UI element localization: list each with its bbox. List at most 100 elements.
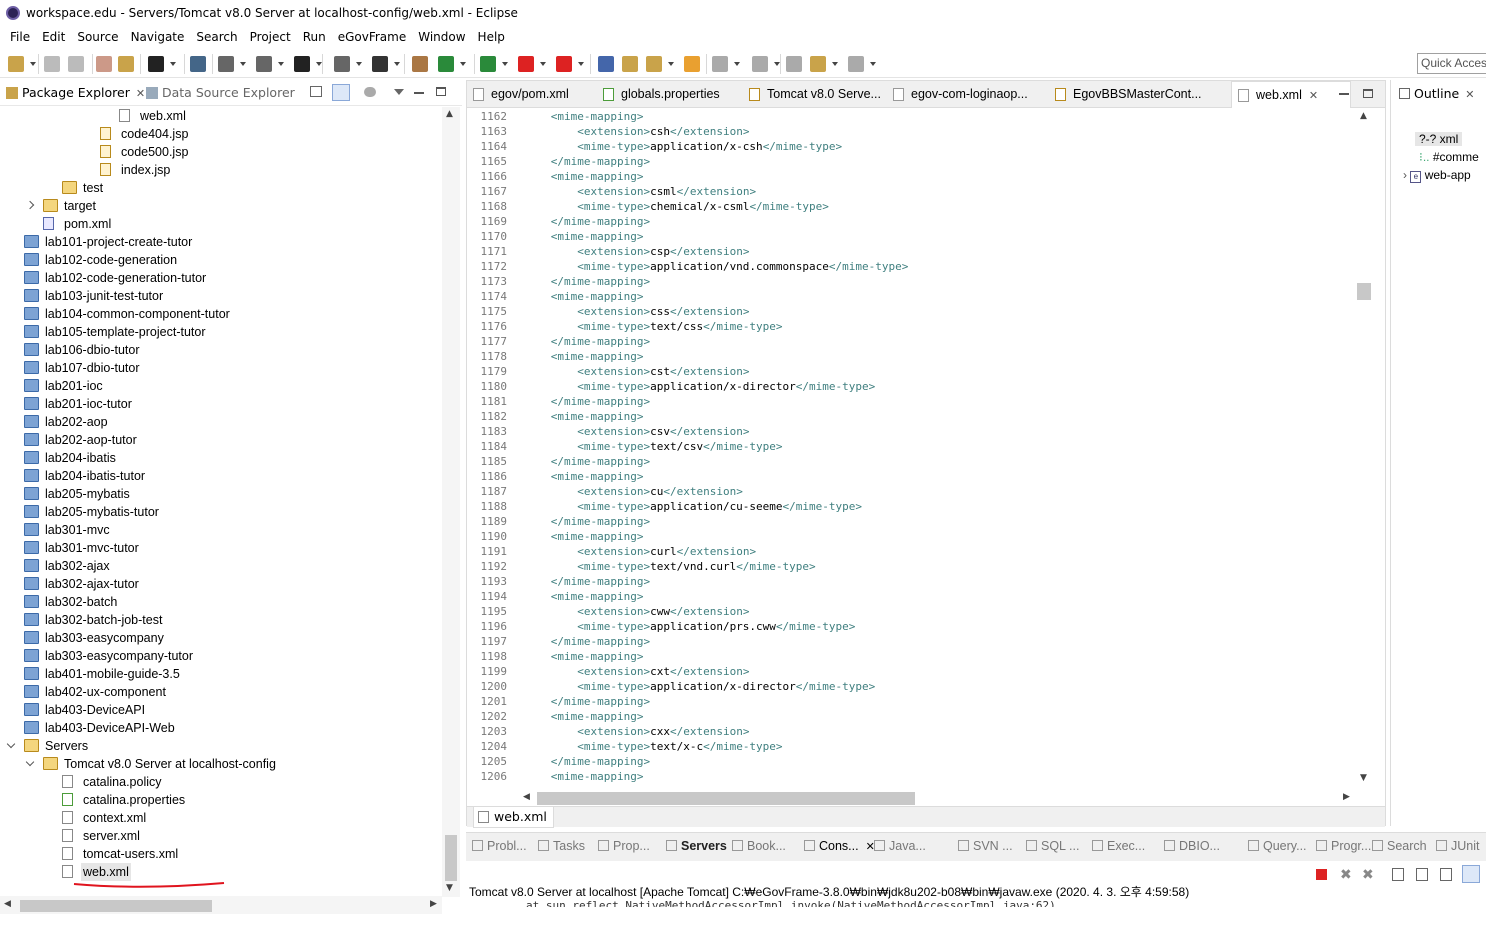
tree-item[interactable]: lab103-junit-test-tutor xyxy=(0,287,440,305)
tab-query[interactable]: Query... xyxy=(1248,839,1307,853)
editor-vertical-scrollbar[interactable]: ▲ ▼ xyxy=(1356,109,1374,789)
tree-item[interactable]: catalina.properties xyxy=(0,791,440,809)
tree-item[interactable]: code500.jsp xyxy=(0,143,440,161)
tree-item[interactable]: lab204-ibatis-tutor xyxy=(0,467,440,485)
refresh-icon[interactable] xyxy=(438,56,454,72)
save-all-icon[interactable] xyxy=(68,56,84,72)
menu-help[interactable]: Help xyxy=(472,30,511,44)
tab-java[interactable]: Java... xyxy=(874,839,926,853)
tree-item[interactable]: web.xml xyxy=(0,107,440,125)
minimize-icon[interactable] xyxy=(414,92,424,94)
close-icon[interactable]: ✕ xyxy=(1465,88,1474,101)
tree-item[interactable]: lab401-mobile-guide-3.5 xyxy=(0,665,440,683)
chevron-down-icon[interactable] xyxy=(6,739,16,749)
build-icon[interactable] xyxy=(256,56,272,72)
tab-servers[interactable]: Servers xyxy=(666,839,727,853)
dropdown-arrow-icon[interactable] xyxy=(394,62,400,66)
tab-tasks[interactable]: Tasks xyxy=(538,839,585,853)
tree-item[interactable]: lab202-aop xyxy=(0,413,440,431)
tree-item[interactable]: lab205-mybatis-tutor xyxy=(0,503,440,521)
new-icon[interactable] xyxy=(8,56,24,72)
tab-svn[interactable]: SVN ... xyxy=(958,839,1013,853)
view-menu-icon[interactable] xyxy=(394,89,404,95)
open-folder-icon[interactable] xyxy=(684,56,700,72)
tree-item[interactable]: lab102-code-generation xyxy=(0,251,440,269)
tree-item[interactable]: context.xml xyxy=(0,809,440,827)
tab-package-explorer[interactable]: Package Explorer ✕ xyxy=(6,85,145,100)
tree-item[interactable]: lab202-aop-tutor xyxy=(0,431,440,449)
quick-access-field[interactable]: Quick Access xyxy=(1417,53,1486,74)
filter-icon[interactable] xyxy=(364,87,376,97)
tree-item[interactable]: catalina.policy xyxy=(0,773,440,791)
dropdown-arrow-icon[interactable] xyxy=(240,62,246,66)
outline-item-xml[interactable]: ?-? xml xyxy=(1415,132,1463,146)
scroll-lock-icon[interactable] xyxy=(1416,868,1428,881)
tree-item[interactable]: lab403-DeviceAPI-Web xyxy=(0,719,440,737)
tab-search[interactable]: Search xyxy=(1372,839,1427,853)
open-type-icon[interactable] xyxy=(598,56,614,72)
next-annotation-icon[interactable] xyxy=(712,56,728,72)
tree-item[interactable]: lab302-batch-job-test xyxy=(0,611,440,629)
tree-item[interactable]: lab302-ajax xyxy=(0,557,440,575)
tree-item[interactable]: lab303-easycompany xyxy=(0,629,440,647)
close-icon[interactable]: ✕ xyxy=(136,87,145,100)
tree-item[interactable]: lab201-ioc xyxy=(0,377,440,395)
tab-tomcat-v8-0-serve[interactable]: Tomcat v8.0 Serve... xyxy=(743,81,885,108)
terminate-icon[interactable] xyxy=(1316,869,1327,880)
tab-web-xml[interactable]: web.xml ✕ xyxy=(1231,81,1351,108)
back-icon[interactable] xyxy=(810,56,826,72)
tree-item[interactable]: pom.xml xyxy=(0,215,440,233)
debug-icon[interactable] xyxy=(148,56,164,72)
external-tools-icon[interactable] xyxy=(218,56,234,72)
tree-item[interactable]: lab106-dbio-tutor xyxy=(0,341,440,359)
tab-source-web-xml[interactable]: web.xml xyxy=(473,807,554,828)
tree-item[interactable]: lab102-code-generation-tutor xyxy=(0,269,440,287)
dropdown-arrow-icon[interactable] xyxy=(502,62,508,66)
chevron-down-icon[interactable] xyxy=(25,757,35,767)
shortcut-icon[interactable] xyxy=(372,56,388,72)
forward-icon[interactable] xyxy=(848,56,864,72)
tree-item[interactable]: Tomcat v8.0 Server at localhost-config xyxy=(0,755,440,773)
menu-file[interactable]: File xyxy=(4,30,36,44)
tree-item[interactable]: lab302-batch xyxy=(0,593,440,611)
chevron-right-icon[interactable]: › xyxy=(1403,168,1407,182)
tree-item[interactable]: lab301-mvc-tutor xyxy=(0,539,440,557)
tree-item[interactable]: lab205-mybatis xyxy=(0,485,440,503)
menu-edit[interactable]: Edit xyxy=(36,30,71,44)
tab-egovbbsmastercont[interactable]: EgovBBSMasterCont... xyxy=(1049,81,1229,108)
dropdown-arrow-icon[interactable] xyxy=(170,62,176,66)
properties-icon[interactable] xyxy=(118,56,134,72)
tree-vertical-scrollbar[interactable]: ▲ ▼ xyxy=(442,107,460,897)
dropdown-arrow-icon[interactable] xyxy=(734,62,740,66)
dropdown-arrow-icon[interactable] xyxy=(578,62,584,66)
tab-probl[interactable]: Probl... xyxy=(472,839,527,853)
menu-egovframe[interactable]: eGovFrame xyxy=(332,30,413,44)
tree-item[interactable]: tomcat-users.xml xyxy=(0,845,440,863)
dropdown-arrow-icon[interactable] xyxy=(832,62,838,66)
editor-horizontal-scrollbar[interactable]: ◀ ▶ xyxy=(467,789,1355,807)
maximize-icon[interactable] xyxy=(436,87,446,96)
dropdown-arrow-icon[interactable] xyxy=(540,62,546,66)
maximize-icon[interactable] xyxy=(1363,89,1373,98)
tree-item[interactable]: lab402-ux-component xyxy=(0,683,440,701)
package-icon[interactable] xyxy=(412,56,428,72)
console-icon[interactable] xyxy=(294,56,310,72)
tree-item[interactable]: test xyxy=(0,179,440,197)
word-wrap-icon[interactable] xyxy=(1440,868,1452,881)
tree-item[interactable]: lab403-DeviceAPI xyxy=(0,701,440,719)
prev-annotation-icon[interactable] xyxy=(752,56,768,72)
tree-horizontal-scrollbar[interactable]: ◀ ▶ xyxy=(0,896,442,914)
tree-item[interactable]: web.xml xyxy=(0,863,440,881)
open-task-icon[interactable] xyxy=(622,56,638,72)
tree-item[interactable]: lab104-common-component-tutor xyxy=(0,305,440,323)
tab-egov-pom-xml[interactable]: egov/pom.xml xyxy=(467,81,595,108)
dropdown-arrow-icon[interactable] xyxy=(870,62,876,66)
clear-console-icon[interactable] xyxy=(1392,868,1404,881)
tree-item[interactable]: server.xml xyxy=(0,827,440,845)
tree-item[interactable]: index.jsp xyxy=(0,161,440,179)
tab-sql[interactable]: SQL ... xyxy=(1026,839,1079,853)
tab-data-source-explorer[interactable]: Data Source Explorer xyxy=(146,85,295,100)
show-console-icon[interactable] xyxy=(1462,865,1480,883)
remove-launch-icon[interactable]: ✖ xyxy=(1340,867,1352,883)
tree-item[interactable]: Servers xyxy=(0,737,440,755)
